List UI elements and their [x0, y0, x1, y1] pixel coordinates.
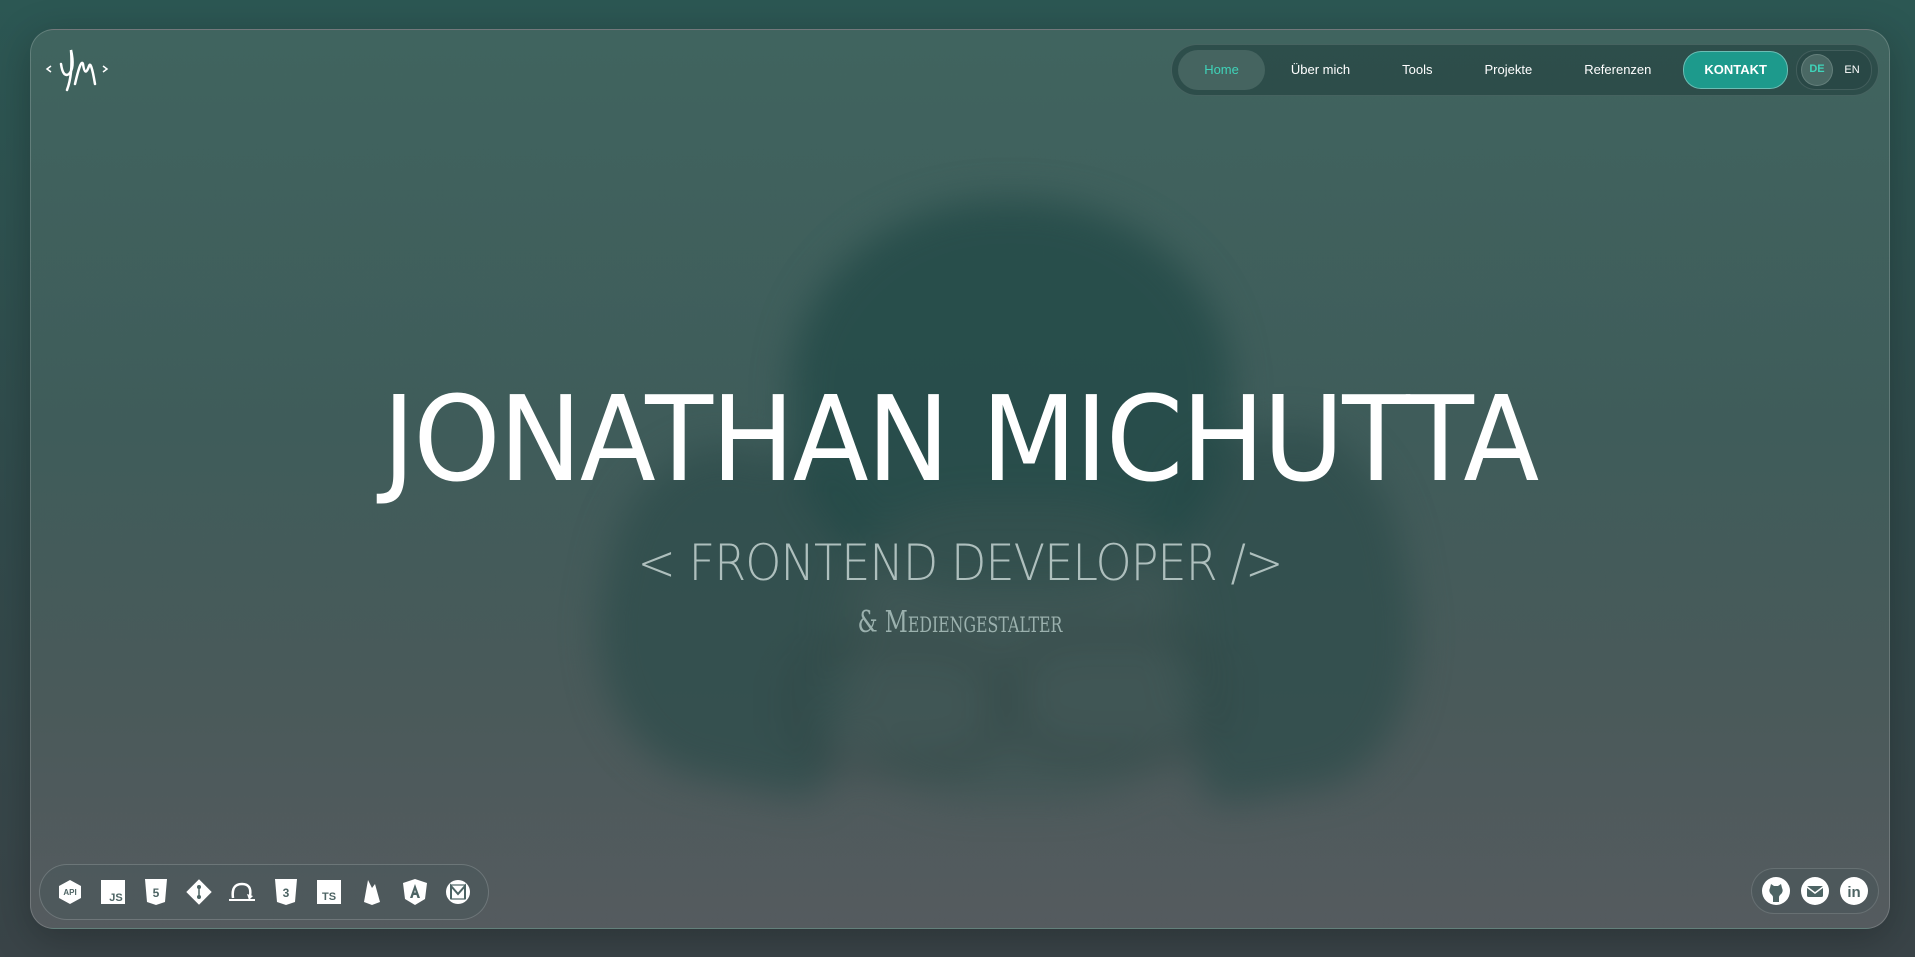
scrum-icon[interactable]	[221, 870, 264, 914]
hero-role: < FRONTEND DEVELOPER />	[637, 534, 1283, 592]
svg-text:TS: TS	[322, 891, 336, 903]
skills-bar: API JS 5 3 TS	[39, 864, 489, 920]
css3-icon[interactable]: 3	[264, 870, 307, 914]
material-design-icon[interactable]	[437, 870, 480, 914]
hero-subtitle: & Mediengestalter	[857, 605, 1063, 640]
html5-icon[interactable]: 5	[134, 870, 177, 914]
git-icon[interactable]	[178, 870, 221, 914]
main-navigation: Home Über mich Tools Projekte Referenzen…	[1171, 44, 1879, 96]
language-en-button[interactable]: EN	[1837, 55, 1867, 85]
nav-item-projects[interactable]: Projekte	[1458, 50, 1558, 90]
javascript-icon[interactable]: JS	[91, 870, 134, 914]
nav-item-references[interactable]: Referenzen	[1558, 50, 1677, 90]
language-de-button[interactable]: DE	[1801, 54, 1833, 86]
api-icon[interactable]: API	[48, 870, 91, 914]
github-icon[interactable]	[1760, 875, 1792, 907]
hero-section: Home Über mich Tools Projekte Referenzen…	[30, 29, 1890, 929]
nav-item-home[interactable]: Home	[1178, 50, 1265, 90]
hero-name: JONATHAN MICHUTTA	[382, 370, 1540, 508]
firebase-icon[interactable]	[350, 870, 393, 914]
svg-text:5: 5	[153, 886, 160, 900]
svg-text:JS: JS	[109, 892, 122, 904]
jm-logo-icon[interactable]	[45, 44, 111, 96]
linkedin-icon[interactable]: in	[1838, 875, 1870, 907]
social-links: in	[1751, 868, 1879, 914]
contact-button[interactable]: KONTAKT	[1683, 51, 1788, 89]
nav-item-about[interactable]: Über mich	[1265, 50, 1376, 90]
svg-text:in: in	[1848, 884, 1861, 901]
angular-icon[interactable]	[394, 870, 437, 914]
language-switcher: DE EN	[1796, 50, 1872, 90]
svg-text:3: 3	[282, 886, 289, 900]
svg-text:API: API	[63, 888, 76, 897]
email-icon[interactable]	[1799, 875, 1831, 907]
typescript-icon[interactable]: TS	[307, 870, 350, 914]
nav-item-tools[interactable]: Tools	[1376, 50, 1458, 90]
